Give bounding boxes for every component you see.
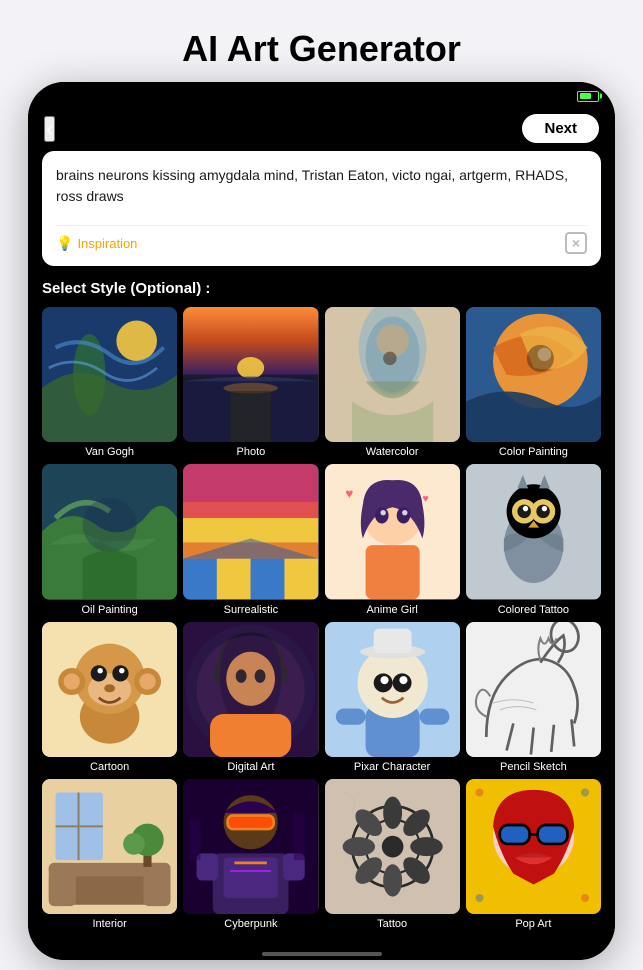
- status-bar: [28, 82, 615, 110]
- styles-grid: Van Gogh: [42, 307, 601, 930]
- prompt-box: brains neurons kissing amygdala mind, Tr…: [42, 151, 601, 266]
- style-name-coloredtattoo: Colored Tattoo: [498, 604, 569, 616]
- inspiration-text: Inspiration: [77, 236, 137, 251]
- prompt-text[interactable]: brains neurons kissing amygdala mind, Tr…: [56, 165, 587, 213]
- style-name-tattoo2: Tattoo: [377, 918, 407, 930]
- inspiration-label[interactable]: 💡 Inspiration: [56, 235, 137, 252]
- style-name-surrealistic: Surrealistic: [224, 604, 278, 616]
- style-item-watercolor[interactable]: Watercolor: [325, 307, 460, 458]
- svg-text:♥: ♥: [345, 486, 353, 501]
- style-name-oilpainting: Oil Painting: [81, 604, 137, 616]
- style-item-cyberpunk[interactable]: Cyberpunk: [183, 779, 318, 930]
- page-title: AI Art Generator: [0, 10, 643, 82]
- style-thumb-oilpainting: [42, 464, 177, 599]
- style-name-cartoon: Cartoon: [90, 761, 129, 773]
- style-item-interior[interactable]: Interior: [42, 779, 177, 930]
- style-name-photo: Photo: [237, 446, 266, 458]
- home-indicator: [262, 952, 382, 956]
- style-item-pixar[interactable]: Pixar Character: [325, 622, 460, 773]
- battery-fill: [580, 93, 592, 99]
- phone-frame: ‹ Next brains neurons kissing amygdala m…: [28, 82, 615, 960]
- lightbulb-icon: 💡: [56, 235, 73, 252]
- style-thumb-pencilsketch: [466, 622, 601, 757]
- style-name-cyberpunk: Cyberpunk: [224, 918, 277, 930]
- bottom-indicator: [28, 944, 615, 960]
- style-thumb-coloredtattoo: [466, 464, 601, 599]
- style-item-popart[interactable]: Pop Art: [466, 779, 601, 930]
- style-section-label: Select Style (Optional) :: [42, 280, 601, 297]
- style-item-pencilsketch[interactable]: Pencil Sketch: [466, 622, 601, 773]
- style-item-colorpainting[interactable]: Color Painting: [466, 307, 601, 458]
- page-wrapper: AI Art Generator ‹ Next brains neurons k…: [0, 10, 643, 960]
- nav-bar: ‹ Next: [28, 110, 615, 151]
- style-item-tattoo2[interactable]: Tattoo: [325, 779, 460, 930]
- style-name-interior: Interior: [93, 918, 127, 930]
- style-thumb-animegirl: ♥ ♥: [325, 464, 460, 599]
- style-name-colorpainting: Color Painting: [499, 446, 568, 458]
- style-thumb-tattoo2: [325, 779, 460, 914]
- style-thumb-digitalart: [183, 622, 318, 757]
- style-thumb-cartoon: [42, 622, 177, 757]
- clear-button[interactable]: ×: [565, 232, 587, 254]
- style-name-pencilsketch: Pencil Sketch: [500, 761, 567, 773]
- style-item-cartoon[interactable]: Cartoon: [42, 622, 177, 773]
- style-thumb-photo: [183, 307, 318, 442]
- style-item-coloredtattoo[interactable]: Colored Tattoo: [466, 464, 601, 615]
- style-name-watercolor: Watercolor: [366, 446, 419, 458]
- style-name-animegirl: Anime Girl: [366, 604, 417, 616]
- battery-icon: [577, 91, 599, 102]
- style-name-popart: Pop Art: [515, 918, 551, 930]
- style-item-oilpainting[interactable]: Oil Painting: [42, 464, 177, 615]
- style-thumb-interior: [42, 779, 177, 914]
- prompt-footer: 💡 Inspiration ×: [56, 225, 587, 254]
- style-item-photo[interactable]: Photo: [183, 307, 318, 458]
- style-item-digitalart[interactable]: Digital Art: [183, 622, 318, 773]
- style-item-surrealistic[interactable]: Surrealistic: [183, 464, 318, 615]
- back-button[interactable]: ‹: [44, 116, 55, 142]
- style-thumb-cyberpunk: [183, 779, 318, 914]
- content-area: brains neurons kissing amygdala mind, Tr…: [28, 151, 615, 944]
- style-name-vangogh: Van Gogh: [85, 446, 134, 458]
- next-button[interactable]: Next: [522, 114, 599, 143]
- style-name-pixar: Pixar Character: [354, 761, 430, 773]
- svg-text:♥: ♥: [422, 493, 428, 505]
- style-thumb-surrealistic: [183, 464, 318, 599]
- style-item-vangogh[interactable]: Van Gogh: [42, 307, 177, 458]
- style-thumb-vangogh: [42, 307, 177, 442]
- style-item-animegirl[interactable]: ♥ ♥ Anime Girl: [325, 464, 460, 615]
- style-thumb-watercolor: [325, 307, 460, 442]
- style-thumb-popart: [466, 779, 601, 914]
- style-name-digitalart: Digital Art: [227, 761, 274, 773]
- style-thumb-pixar: [325, 622, 460, 757]
- style-thumb-colorpainting: [466, 307, 601, 442]
